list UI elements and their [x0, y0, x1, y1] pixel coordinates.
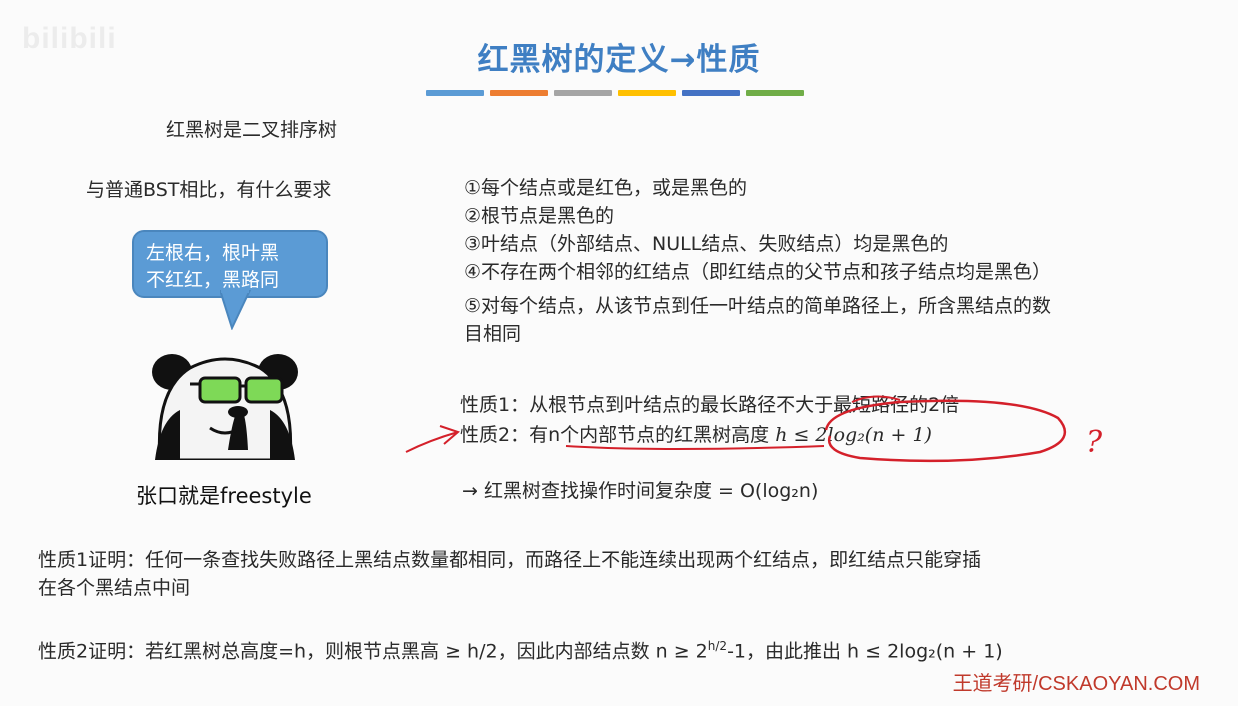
- proof-2-suffix: -1，由此推出 h ≤ 2log₂(n + 1): [727, 640, 1003, 663]
- proof-2-prefix: 性质2证明：若红黑树总高度=h，则根节点黑高 ≥ h/2，因此内部结点数 n ≥…: [38, 640, 708, 663]
- proof-1-line: 性质1证明：任何一条查找失败路径上黑结点数量都相同，而路径上不能连续出现两个红结…: [38, 549, 982, 571]
- proof-1-line: 在各个黑结点中间: [38, 577, 191, 599]
- proof-2-line: 性质2证明：若红黑树总高度=h，则根节点黑高 ≥ h/2，因此内部结点数 n ≥…: [38, 632, 1003, 665]
- question-mark-annotation: ?: [1086, 425, 1103, 460]
- ink-arrow-shaft: [405, 431, 459, 453]
- ink-circle: [824, 399, 1067, 463]
- slide: bilibili 红黑树的定义→性质 红黑树是二叉排序树 与普通BST相比，有什…: [0, 0, 1238, 706]
- footer-brand: 王道考研/CSKAOYAN.COM: [952, 673, 1200, 695]
- ink-underline: [565, 445, 825, 450]
- proof-2-exponent: h/2: [707, 639, 728, 653]
- ink-strike: [851, 395, 901, 403]
